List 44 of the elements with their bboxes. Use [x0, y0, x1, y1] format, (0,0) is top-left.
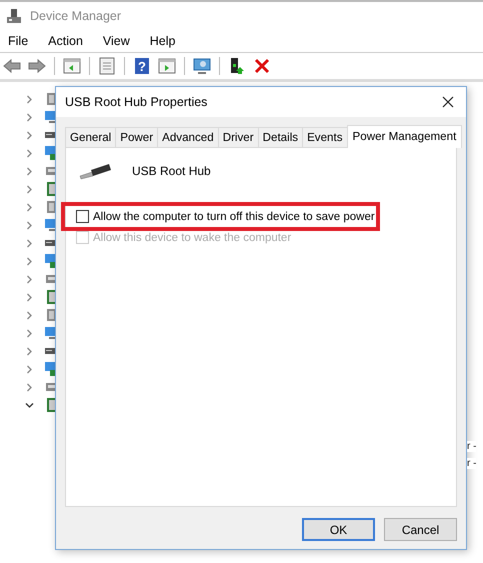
- monitor-scan-icon[interactable]: [192, 56, 212, 76]
- collapse-chevron-icon[interactable]: [25, 400, 34, 410]
- expand-chevron-icon[interactable]: [25, 238, 34, 248]
- checkbox-label: Allow the computer to turn off this device to save power: [93, 210, 375, 222]
- expand-chevron-icon[interactable]: [25, 166, 34, 176]
- expand-chevron-icon[interactable]: [25, 274, 34, 284]
- tab[interactable]: General: [65, 127, 116, 147]
- window-title: Device Manager: [30, 9, 122, 23]
- usb-cable-icon: [78, 162, 112, 180]
- back-arrow-icon[interactable]: [2, 56, 22, 76]
- checkbox-label: Allow this device to wake the computer: [93, 232, 292, 244]
- menu-item[interactable]: Help: [150, 34, 176, 48]
- tree-item-label: r -: [467, 458, 476, 469]
- device-name: USB Root Hub: [132, 164, 211, 178]
- menu-item[interactable]: View: [102, 34, 130, 48]
- expand-chevron-icon[interactable]: [25, 202, 34, 212]
- expand-chevron-icon[interactable]: [25, 184, 34, 194]
- checkbox[interactable]: [76, 210, 89, 223]
- properties-icon[interactable]: [97, 56, 117, 76]
- tab[interactable]: Power Management: [346, 125, 462, 148]
- expand-chevron-icon[interactable]: [25, 310, 34, 320]
- expand-chevron-icon[interactable]: [25, 220, 34, 230]
- expand-chevron-icon[interactable]: [25, 328, 34, 338]
- expand-chevron-icon[interactable]: [25, 364, 34, 374]
- close-icon[interactable]: [442, 96, 454, 108]
- menu-item[interactable]: Action: [48, 34, 83, 48]
- dialog-button[interactable]: OK: [302, 518, 375, 541]
- expand-chevron-icon[interactable]: [25, 94, 34, 104]
- expand-chevron-icon[interactable]: [25, 112, 34, 122]
- expand-chevron-icon[interactable]: [25, 130, 34, 140]
- expand-chevron-icon[interactable]: [25, 292, 34, 302]
- pane-icon[interactable]: [62, 56, 82, 76]
- close-x-icon[interactable]: [252, 56, 272, 76]
- window-play-icon[interactable]: [157, 56, 177, 76]
- help-icon[interactable]: ?: [132, 56, 152, 76]
- forward-arrow-icon[interactable]: [27, 56, 47, 76]
- dialog-button[interactable]: Cancel: [384, 518, 457, 541]
- expand-chevron-icon[interactable]: [25, 346, 34, 356]
- tree-item-label: r -: [467, 441, 476, 452]
- menu-item[interactable]: File: [8, 34, 28, 48]
- expand-chevron-icon[interactable]: [25, 256, 34, 266]
- dialog-title: USB Root Hub Properties: [65, 95, 208, 109]
- expand-chevron-icon[interactable]: [25, 382, 34, 392]
- expand-chevron-icon[interactable]: [25, 148, 34, 158]
